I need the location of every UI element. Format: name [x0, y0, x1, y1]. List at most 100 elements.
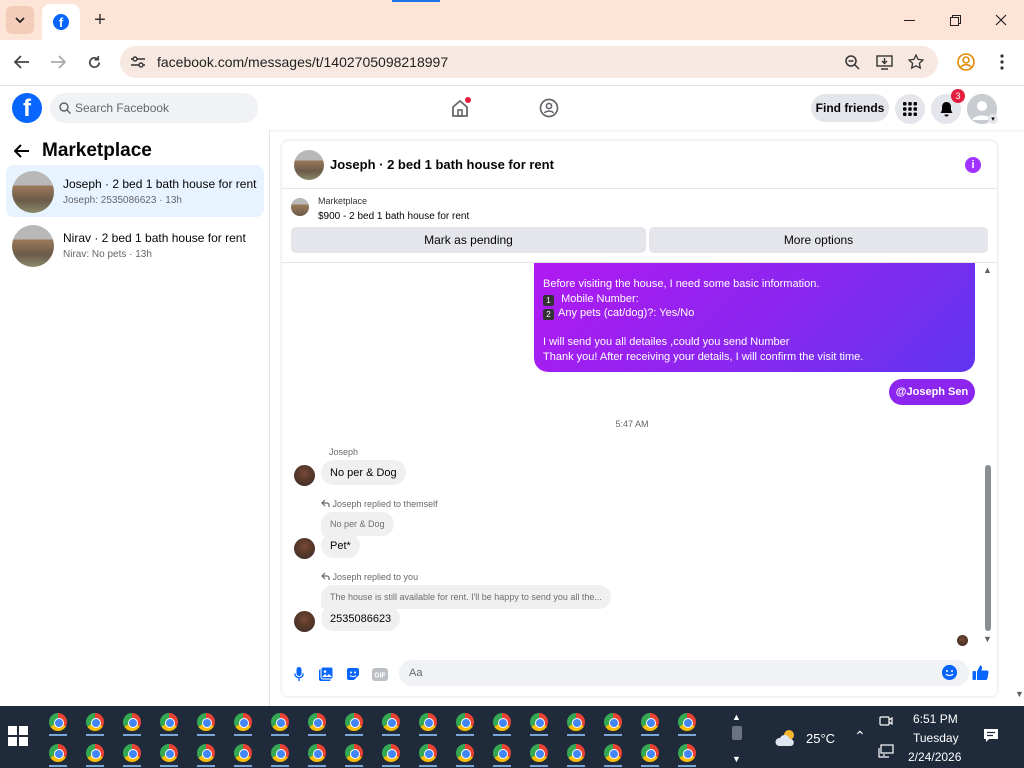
- chrome-taskbar-icon[interactable]: [234, 744, 252, 762]
- listing-title[interactable]: $900 - 2 bed 1 bath house for rent: [318, 211, 469, 222]
- listing-thumbnail[interactable]: [291, 198, 309, 216]
- chrome-taskbar-icon[interactable]: [493, 744, 511, 762]
- site-settings-icon[interactable]: [128, 52, 148, 72]
- chrome-taskbar-icon[interactable]: [641, 713, 659, 731]
- find-friends-button[interactable]: Find friends: [811, 94, 889, 122]
- taskbar-scroll-down-icon[interactable]: ▼: [732, 754, 741, 764]
- chrome-taskbar-icon[interactable]: [419, 713, 437, 731]
- new-tab-button[interactable]: +: [88, 8, 112, 32]
- chrome-taskbar-icon[interactable]: [197, 744, 215, 762]
- windows-start-icon[interactable]: [8, 726, 28, 746]
- chrome-taskbar-icon[interactable]: [345, 713, 363, 731]
- page-scroll-down-icon[interactable]: ▼: [1015, 689, 1024, 699]
- zoom-icon[interactable]: [842, 52, 862, 72]
- chrome-taskbar-icon[interactable]: [234, 713, 252, 731]
- incoming-message-bubble[interactable]: No per & Dog: [321, 460, 406, 485]
- chrome-taskbar-icon[interactable]: [382, 713, 400, 731]
- clock-day[interactable]: Tuesday: [913, 731, 959, 745]
- browser-tab-facebook[interactable]: f: [42, 4, 80, 40]
- chrome-taskbar-icon[interactable]: [382, 744, 400, 762]
- chrome-taskbar-icon[interactable]: [567, 744, 585, 762]
- photo-icon[interactable]: [317, 665, 335, 683]
- chrome-taskbar-icon[interactable]: [530, 744, 548, 762]
- page-scrollbar[interactable]: ▼: [1013, 130, 1024, 706]
- minimize-button[interactable]: [886, 0, 932, 40]
- tab-search-button[interactable]: [6, 6, 34, 34]
- info-icon[interactable]: i: [965, 157, 981, 173]
- back-button[interactable]: [8, 48, 36, 76]
- clock-time[interactable]: 6:51 PM: [913, 712, 958, 726]
- chrome-taskbar-icon[interactable]: [567, 713, 585, 731]
- conversation-item-nirav[interactable]: Nirav · 2 bed 1 bath house for rent Nira…: [6, 219, 264, 271]
- clock-date[interactable]: 2/24/2026: [908, 750, 961, 764]
- chrome-taskbar-icon[interactable]: [86, 713, 104, 731]
- chrome-taskbar-icon[interactable]: [493, 713, 511, 731]
- message-input[interactable]: Aa: [399, 660, 969, 686]
- home-nav-button[interactable]: [448, 96, 472, 120]
- groups-nav-button[interactable]: [537, 96, 561, 120]
- emoji-icon[interactable]: [942, 665, 957, 680]
- conversation-item-joseph[interactable]: Joseph · 2 bed 1 bath house for rent Jos…: [6, 165, 264, 217]
- chrome-taskbar-icon[interactable]: [641, 744, 659, 762]
- chrome-taskbar-icon[interactable]: [123, 713, 141, 731]
- incoming-message-bubble[interactable]: 2535086623: [321, 606, 401, 631]
- more-options-button[interactable]: More options: [649, 227, 988, 253]
- chrome-taskbar-icon[interactable]: [49, 713, 67, 731]
- mark-as-pending-button[interactable]: Mark as pending: [291, 227, 646, 253]
- bookmark-star-icon[interactable]: [906, 52, 926, 72]
- outgoing-message-bubble[interactable]: Before visiting the house, I need some b…: [534, 263, 975, 372]
- chrome-taskbar-icon[interactable]: [308, 744, 326, 762]
- url-text[interactable]: facebook.com/messages/t/1402705098218997: [157, 54, 448, 70]
- chrome-taskbar-icon[interactable]: [49, 744, 67, 762]
- facebook-logo-icon[interactable]: f: [12, 93, 42, 123]
- back-arrow-button[interactable]: [13, 142, 30, 163]
- notification-center-icon[interactable]: [983, 728, 999, 747]
- chrome-taskbar-icon[interactable]: [271, 713, 289, 731]
- chrome-taskbar-icon[interactable]: [456, 744, 474, 762]
- chrome-taskbar-icon[interactable]: [123, 744, 141, 762]
- forward-button[interactable]: [44, 48, 72, 76]
- chrome-taskbar-icon[interactable]: [604, 744, 622, 762]
- sticker-icon[interactable]: [344, 665, 362, 683]
- chrome-taskbar-icon[interactable]: [419, 744, 437, 762]
- restore-button[interactable]: [932, 0, 978, 40]
- scroll-up-icon[interactable]: ▲: [983, 265, 992, 275]
- sender-avatar[interactable]: [294, 611, 315, 632]
- chrome-taskbar-icon[interactable]: [197, 713, 215, 731]
- mention-bubble[interactable]: @Joseph Sen: [889, 379, 975, 405]
- meet-icon[interactable]: [879, 714, 893, 731]
- menu-grid-button[interactable]: [895, 94, 925, 124]
- sender-avatar[interactable]: [294, 538, 315, 559]
- taskbar-scroll-thumb[interactable]: [732, 726, 742, 740]
- sender-avatar[interactable]: [294, 465, 315, 486]
- account-avatar-button[interactable]: ▾: [967, 94, 998, 124]
- scroll-down-icon[interactable]: ▼: [983, 634, 992, 644]
- chrome-taskbar-icon[interactable]: [160, 713, 178, 731]
- network-icon[interactable]: [878, 744, 894, 761]
- install-app-icon[interactable]: [874, 52, 894, 72]
- show-hidden-icons-button[interactable]: ⌃: [854, 728, 866, 745]
- chrome-taskbar-icon[interactable]: [678, 713, 696, 731]
- temperature-text[interactable]: 25°C: [806, 731, 835, 746]
- like-button[interactable]: [971, 663, 989, 681]
- chrome-taskbar-icon[interactable]: [604, 713, 622, 731]
- microphone-icon[interactable]: [290, 665, 308, 683]
- weather-icon[interactable]: [774, 728, 800, 748]
- incoming-message-bubble[interactable]: Pet*: [321, 533, 360, 558]
- chrome-taskbar-icon[interactable]: [678, 744, 696, 762]
- chrome-taskbar-icon[interactable]: [456, 713, 474, 731]
- chat-avatar[interactable]: [294, 150, 324, 180]
- chrome-taskbar-icon[interactable]: [86, 744, 104, 762]
- chrome-taskbar-icon[interactable]: [271, 744, 289, 762]
- chrome-taskbar-icon[interactable]: [530, 713, 548, 731]
- facebook-search-input[interactable]: Search Facebook: [50, 93, 258, 123]
- chrome-taskbar-icon[interactable]: [308, 713, 326, 731]
- gif-icon[interactable]: GIF: [371, 665, 389, 683]
- chrome-taskbar-icon[interactable]: [345, 744, 363, 762]
- reload-button[interactable]: [80, 48, 108, 76]
- address-bar[interactable]: facebook.com/messages/t/1402705098218997: [120, 46, 938, 78]
- close-window-button[interactable]: [978, 0, 1024, 40]
- taskbar-scroll-up-icon[interactable]: ▲: [732, 712, 741, 722]
- scrollbar-thumb[interactable]: [985, 465, 991, 631]
- chat-title[interactable]: Joseph · 2 bed 1 bath house for rent: [330, 157, 554, 172]
